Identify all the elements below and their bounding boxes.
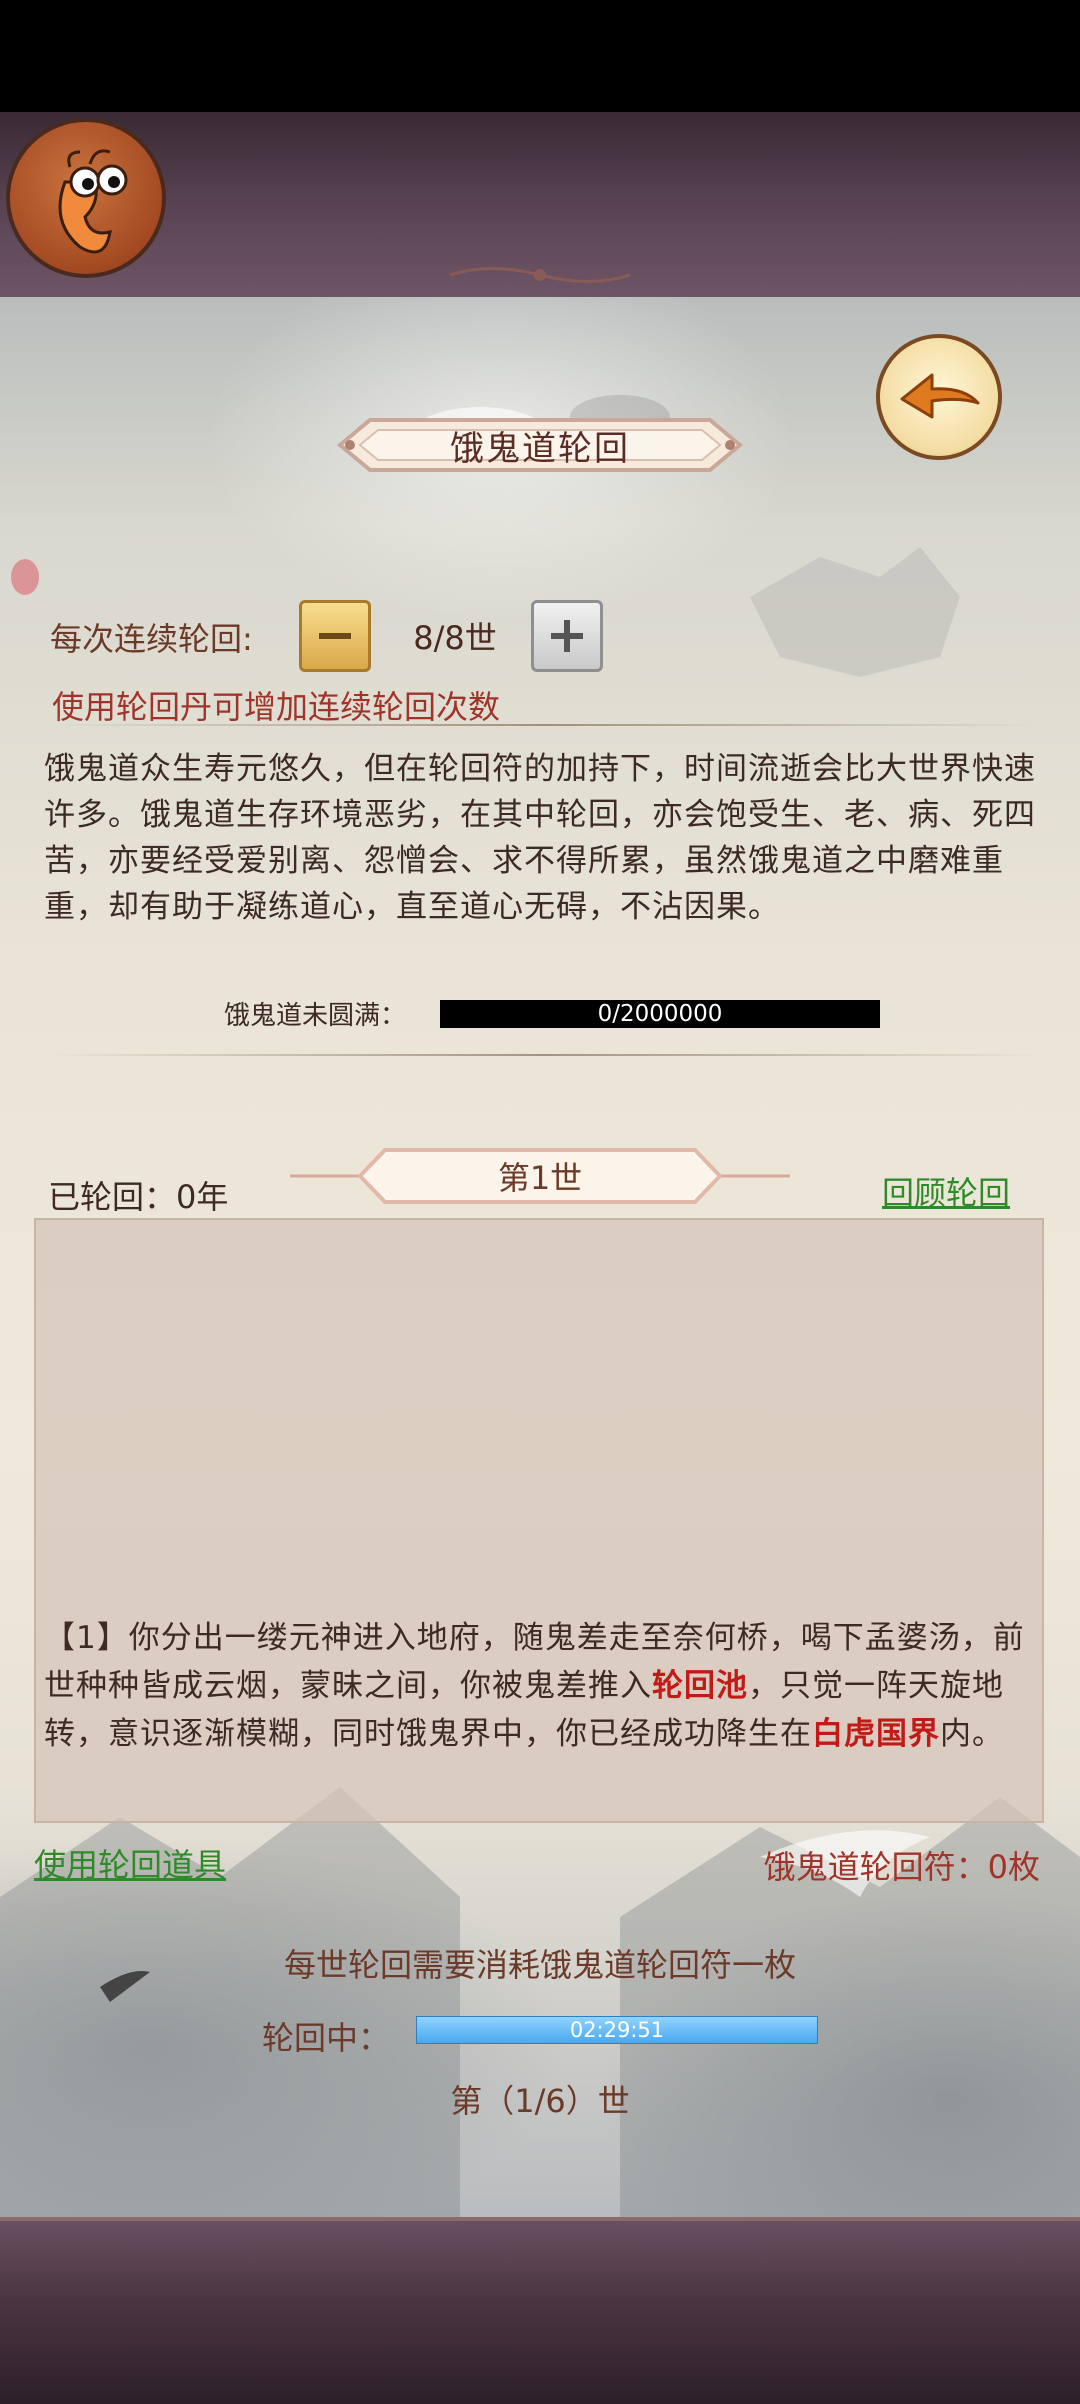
- decrease-button[interactable]: [299, 600, 371, 672]
- status-bar: [0, 0, 1080, 112]
- life-counter: 第（1/6）世: [450, 2082, 630, 2120]
- description-text: 饿鬼道众生寿元悠久，但在轮回符的加持下，时间流逝会比大世界快速许多。饿鬼道生存环…: [44, 751, 1036, 925]
- avatar[interactable]: [6, 118, 166, 278]
- minus-icon: [319, 633, 351, 639]
- back-arrow-icon: [900, 373, 980, 419]
- continuous-count: 8/8世: [413, 619, 497, 657]
- completion-label: 饿鬼道未圆满：: [224, 1001, 407, 1031]
- log-entry: 【1】你分出一缕元神进入地府，随鬼差走至奈何桥，喝下孟婆汤，前世种种皆成云烟，蒙…: [44, 1614, 1034, 1758]
- page-title: 饿鬼道轮回: [450, 428, 630, 469]
- divider: [50, 1054, 1040, 1056]
- timer-label: 轮回中：: [262, 2019, 391, 2057]
- cartoon-shrimp-avatar-icon: [58, 149, 128, 254]
- continuous-hint: 使用轮回丹可增加连续轮回次数: [52, 688, 501, 726]
- completion-progress-bar: 0/2000000: [440, 1000, 880, 1028]
- reincarnated-years: 已轮回：0年: [48, 1178, 229, 1216]
- log-highlight-location: 轮回池: [652, 1668, 748, 1704]
- continuous-label: 每次连续轮回:: [50, 620, 253, 658]
- log-highlight-location: 白虎国界: [812, 1716, 940, 1752]
- current-life: 第1世: [497, 1159, 583, 1197]
- increase-button[interactable]: [531, 600, 603, 672]
- bottom-bar: [0, 2217, 1080, 2404]
- divider: [50, 724, 1040, 726]
- use-items-link[interactable]: 使用轮回道具: [34, 1840, 226, 1886]
- top-ornament: [449, 267, 631, 283]
- timer-progress-bar: 02:29:51: [416, 2016, 818, 2044]
- log-text-part: 内。: [940, 1716, 1004, 1752]
- review-reincarnation-link[interactable]: 回顾轮回: [882, 1168, 1010, 1214]
- back-button[interactable]: [876, 334, 1002, 460]
- plus-icon: [551, 620, 583, 652]
- token-count: 饿鬼道轮回符：0枚: [763, 1848, 1040, 1886]
- cost-note: 每世轮回需要消耗饿鬼道轮回符一枚: [283, 1946, 796, 1984]
